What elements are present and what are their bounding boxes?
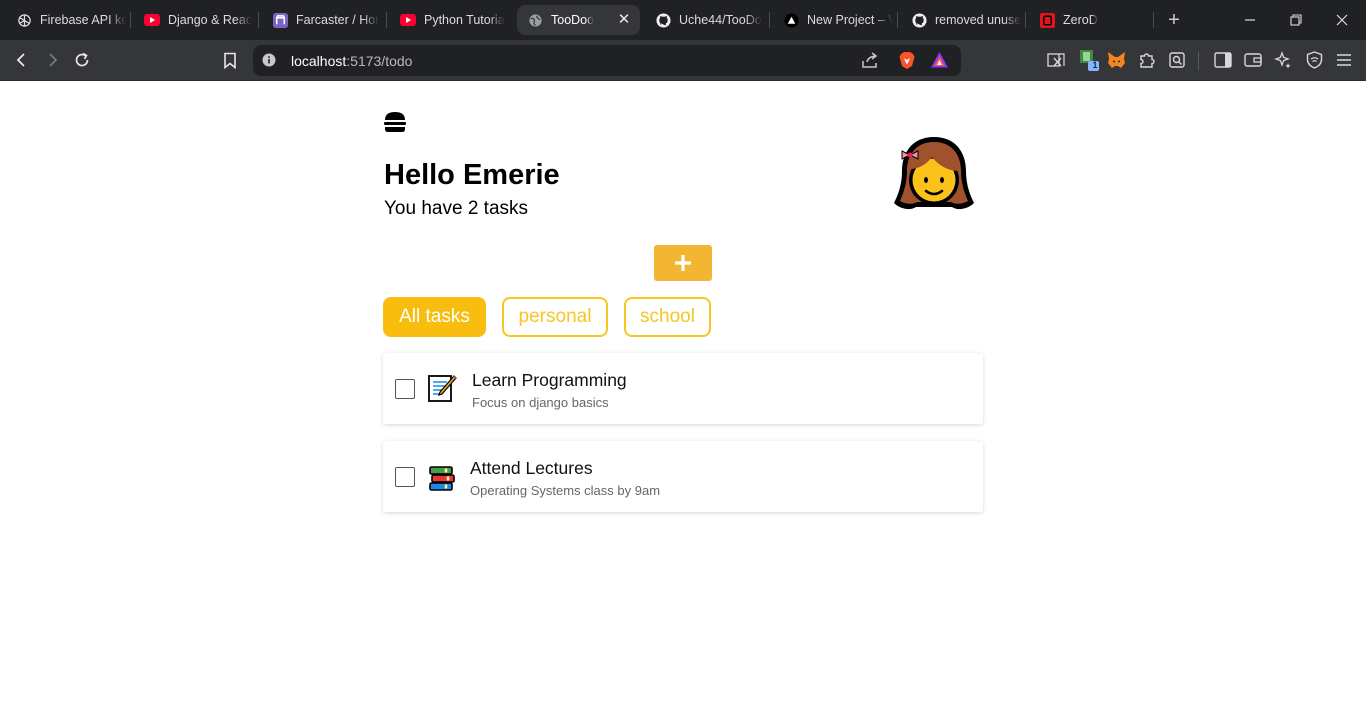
task-checkbox[interactable]	[395, 467, 415, 487]
bookmark-button[interactable]	[218, 48, 242, 72]
tab-separator	[897, 12, 898, 28]
tab-separator	[258, 12, 259, 28]
tab-vercel-project[interactable]: New Project – V	[773, 5, 895, 35]
tab-separator	[130, 12, 131, 28]
wallet-icon[interactable]	[1242, 49, 1264, 71]
zerod-icon	[1039, 12, 1055, 28]
greeting-heading: Hello Emerie	[384, 159, 560, 191]
tab-farcaster[interactable]: Farcaster / Hor	[262, 5, 384, 35]
github-icon	[655, 12, 671, 28]
minimize-icon	[1245, 19, 1255, 21]
close-tab-icon[interactable]: ✕	[616, 12, 632, 28]
tab-title: TooDoo	[551, 13, 595, 27]
translate-extension-icon[interactable]	[1045, 49, 1067, 71]
tab-django-react[interactable]: Django & Reac	[134, 5, 256, 35]
reload-button[interactable]	[70, 48, 94, 72]
burger-menu-button[interactable]	[383, 111, 407, 133]
extension-badge: 1	[1092, 60, 1098, 70]
menu-hamburger-icon[interactable]	[1333, 49, 1355, 71]
back-button[interactable]	[10, 48, 34, 72]
globe-icon	[527, 12, 543, 28]
tab-title: New Project – V	[807, 13, 893, 27]
tab-separator	[1025, 12, 1026, 28]
filter-all-tasks[interactable]: All tasks	[383, 297, 486, 337]
task-description: Operating Systems class by 9am	[470, 483, 661, 498]
task-title: Learn Programming	[472, 370, 627, 390]
bookmark-icon	[224, 52, 236, 69]
filter-school[interactable]: school	[624, 297, 711, 337]
metamask-icon[interactable]	[1105, 49, 1127, 71]
tab-github-repo[interactable]: Uche44/TooDo	[645, 5, 767, 35]
close-window-button[interactable]	[1330, 8, 1354, 32]
tab-title: ZeroD	[1063, 13, 1098, 27]
farcaster-icon	[272, 12, 288, 28]
tab-separator	[386, 12, 387, 28]
tab-firebase[interactable]: Firebase API ke	[6, 5, 128, 35]
tab-title: Django & Reac	[168, 13, 253, 27]
vpn-shield-icon[interactable]	[1303, 49, 1325, 71]
reload-icon	[75, 52, 89, 67]
address-bar[interactable]: localhost:5173/todo	[253, 45, 961, 76]
youtube-icon	[144, 12, 160, 28]
forward-button[interactable]	[40, 48, 64, 72]
forward-arrow-icon	[49, 53, 58, 67]
brave-shields-icon[interactable]	[898, 51, 916, 75]
back-arrow-icon	[16, 53, 25, 67]
url-text[interactable]: localhost:5173/todo	[291, 53, 412, 69]
openai-icon	[16, 12, 32, 28]
youtube-icon	[400, 12, 416, 28]
tab-zerod[interactable]: ZeroD	[1029, 5, 1151, 35]
tab-title: removed unuse	[935, 13, 1021, 27]
share-icon[interactable]	[861, 52, 879, 74]
restore-icon	[1290, 14, 1302, 26]
close-icon	[1336, 14, 1348, 26]
plus-icon	[675, 255, 691, 271]
tab-github-commit[interactable]: removed unuse	[901, 5, 1023, 35]
url-host: localhost	[291, 53, 347, 69]
task-card[interactable]: Learn Programming Focus on django basics	[383, 353, 983, 424]
tab-python-tutorial[interactable]: Python Tutoria	[390, 5, 512, 35]
leo-ai-icon[interactable]	[1272, 49, 1294, 71]
restore-window-button[interactable]	[1284, 8, 1308, 32]
url-path: :5173/todo	[346, 53, 413, 69]
site-info-icon[interactable]	[262, 53, 276, 72]
vercel-icon	[783, 12, 799, 28]
toolbar-divider	[1198, 52, 1199, 70]
tab-title: Firebase API ke	[40, 13, 126, 27]
browser-tab-bar: Firebase API ke Django & Reac Farcaster …	[0, 0, 1366, 40]
minimize-window-button[interactable]	[1238, 8, 1262, 32]
filter-personal[interactable]: personal	[502, 297, 608, 337]
books-icon	[428, 466, 458, 496]
category-filters: All tasks personal school	[383, 297, 727, 337]
tab-title: Farcaster / Hor	[296, 13, 380, 27]
girl-avatar-icon	[890, 133, 978, 221]
task-description: Focus on django basics	[472, 395, 609, 410]
reader-mode-icon[interactable]	[1166, 49, 1188, 71]
tab-separator	[769, 12, 770, 28]
task-card[interactable]: Attend Lectures Operating Systems class …	[383, 441, 983, 512]
browser-toolbar: localhost:5173/todo 1	[0, 40, 1366, 81]
tab-title: Python Tutoria	[424, 13, 505, 27]
todo-page: Hello Emerie You have 2 tasks All tasks …	[0, 81, 1366, 728]
brave-rewards-icon[interactable]	[930, 51, 949, 74]
tab-separator	[1153, 12, 1154, 28]
task-count-text: You have 2 tasks	[384, 198, 529, 219]
extensions-puzzle-icon[interactable]	[1136, 49, 1158, 71]
task-title: Attend Lectures	[470, 458, 593, 478]
memo-icon	[427, 373, 457, 403]
task-checkbox[interactable]	[395, 379, 415, 399]
tab-manager-extension-icon[interactable]: 1	[1078, 49, 1100, 71]
new-tab-button[interactable]: +	[1163, 9, 1185, 31]
hamburger-burger-icon	[384, 112, 406, 132]
tab-title: Uche44/TooDo	[679, 13, 762, 27]
add-task-button[interactable]	[654, 245, 712, 281]
tab-toodoo[interactable]: TooDoo ✕	[517, 5, 640, 35]
task-list: Learn Programming Focus on django basics…	[383, 353, 983, 529]
github-icon	[911, 12, 927, 28]
sidebar-toggle-icon[interactable]	[1212, 49, 1234, 71]
